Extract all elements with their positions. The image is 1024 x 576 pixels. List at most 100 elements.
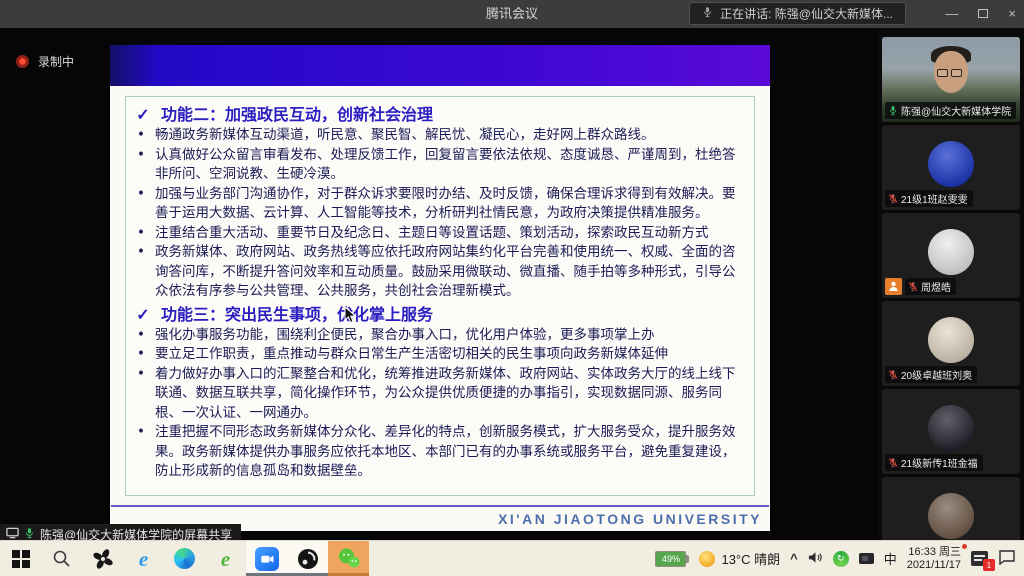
mic-muted-icon (888, 457, 898, 468)
participant-name: 21级1班赵雯雯 (901, 191, 968, 206)
window-titlebar: 腾讯会议 正在讲话: 陈强@仙交大新媒体... — × (0, 0, 1024, 28)
mic-muted-icon (888, 369, 898, 380)
record-dot-icon (16, 55, 29, 68)
notification-badge: 1 (983, 559, 995, 571)
participant-avatar (928, 141, 974, 187)
participant-tile[interactable]: 陈强@仙交大新媒体学院 (882, 37, 1020, 122)
wechat-icon (337, 547, 361, 571)
mic-muted-icon (908, 281, 918, 292)
battery-tip (686, 555, 689, 563)
security-tray-icon[interactable]: ↻ (833, 551, 849, 567)
bullet-text: 强化办事服务功能，围绕利企便民，聚合办事入口，优化用户体验，更多事项掌上办 (155, 326, 744, 346)
weather-widget[interactable]: 13°C 晴朗 (699, 549, 780, 568)
bullet-text: 认真做好公众留言审看发布、处理反馈工作，回复留言要依法依规、态度诚恳、严谨周到，… (155, 146, 744, 185)
recording-indicator: 录制中 (16, 53, 74, 70)
bullet-text: 注重把握不同形态政务新媒体分众化、差异化的特点，创新服务模式，扩大服务受众，提升… (155, 423, 744, 482)
internet-explorer-icon: e (139, 548, 148, 570)
speaking-indicator: 正在讲话: 陈强@仙交大新媒体... (689, 2, 906, 25)
participant-tile[interactable]: 20级卓越班刘奥 (882, 301, 1020, 386)
input-method-indicator[interactable]: 中 (884, 549, 897, 568)
bullet-icon: • (134, 326, 146, 346)
notification-tray-icon[interactable]: 1 (971, 551, 988, 566)
restore-button[interactable] (978, 0, 988, 28)
slide-section: ✓ 功能三：突出民生事项，优化掌上服务 • 强化办事服务功能，围绕利企便民，聚合办… (134, 303, 744, 482)
bullet-icon: • (134, 243, 146, 302)
recording-label: 录制中 (38, 53, 74, 70)
hand-raised-badge (885, 278, 902, 295)
bullet-icon: • (134, 126, 146, 146)
participant-name: 21级新传1班金福 (901, 455, 978, 470)
participants-sidebar: 陈强@仙交大新媒体学院 21级1班赵雯雯 (878, 28, 1024, 540)
participant-name-label: 20级卓越班刘奥 (885, 366, 977, 383)
bullet-item: •加强与业务部门沟通协作，对于群众诉求要限时办结、及时反馈，确保合理诉求得到有效… (134, 185, 744, 224)
bullet-item: •着力做好办事入口的汇聚整合和优化，统筹推进政务新媒体、政府网站、实体政务大厅的… (134, 365, 744, 424)
bullet-item: •认真做好公众留言审看发布、处理反馈工作，回复留言要依法依规、态度诚恳、严谨周到… (134, 146, 744, 185)
bullet-icon: • (134, 345, 146, 365)
tencent-meeting-window: 腾讯会议 正在讲话: 陈强@仙交大新媒体... — × 录制中 (0, 0, 1024, 576)
windows-logo-icon (12, 550, 30, 568)
bullet-icon: • (134, 423, 146, 482)
slide-section-heading: ✓ 功能三：突出民生事项，优化掌上服务 (134, 303, 744, 326)
obs-icon (297, 548, 319, 570)
taskbar-search-button[interactable] (41, 541, 82, 576)
bullet-icon: • (134, 224, 146, 244)
battery-percent: 49% (662, 554, 680, 564)
taskbar-app-pinwheel-player[interactable] (82, 541, 123, 576)
bullet-list: • 强化办事服务功能，围绕利企便民，聚合办事入口，优化用户体验，更多事项掌上办 • 要… (134, 326, 744, 482)
presentation-slide: ✓ 功能二：加强政民互动，创新社会治理 •畅通政务新媒体互动渠道，听民意、聚民智… (110, 45, 770, 531)
taskbar-app-internet-explorer[interactable]: e (123, 541, 164, 576)
screen-share-stage: 录制中 ✓ 功能二：加强政民互动，创新社会治理 •畅通政务新媒体互动渠道，听民意… (0, 28, 878, 540)
mouse-cursor (344, 306, 357, 329)
slide-section-heading: ✓ 功能二：加强政民互动，创新社会治理 (134, 103, 744, 126)
restore-icon (978, 9, 988, 18)
bullet-text: 着力做好办事入口的汇聚整合和优化，统筹推进政务新媒体、政府网站、实体政务大厅的线… (155, 365, 744, 424)
participant-tile[interactable]: 21级1班赵雯雯 (882, 125, 1020, 210)
bullet-item: • 注重结合重大活动、重要节日及纪念日、主题日等设置话题、策划活动，探索政民互动新… (134, 224, 744, 244)
taskbar-app-wechat[interactable] (328, 541, 369, 576)
bullet-text: 注重结合重大活动、重要节日及纪念日、主题日等设置话题、策划活动，探索政民互动新方… (155, 224, 744, 244)
taskbar-app-tencent-meeting[interactable] (246, 541, 287, 576)
bullet-item: • 强化办事服务功能，围绕利企便民，聚合办事入口，优化用户体验，更多事项掌上办 (134, 326, 744, 346)
clock-time: 16:33 周三 (907, 546, 961, 559)
battery-indicator[interactable]: 49% (655, 551, 689, 567)
glasses (937, 69, 962, 77)
green-browser-icon: e (221, 548, 230, 570)
slide-section-heading-text: 功能三：突出民生事项，优化掌上服务 (161, 303, 433, 326)
volume-icon[interactable] (808, 551, 823, 567)
slide-header-band (110, 45, 770, 86)
edge-icon (174, 548, 195, 569)
bullet-text: 要立足工作职责，重点推动与群众日常生产生活密切相关的民生事项向政务新媒体延伸 (155, 345, 744, 365)
start-button[interactable] (0, 541, 41, 576)
participant-tile[interactable]: 周煜皓 (882, 213, 1020, 298)
clock-alert-dot (962, 544, 967, 549)
sun-icon (699, 551, 715, 567)
slide-body: ✓ 功能二：加强政民互动，创新社会治理 •畅通政务新媒体互动渠道，听民意、聚民智… (110, 86, 770, 531)
mic-icon (702, 6, 713, 21)
speaking-indicator-text: 正在讲话: 陈强@仙交大新媒体... (720, 5, 893, 22)
participant-name-label: 陈强@仙交大新媒体学院 (885, 102, 1016, 119)
participant-tile[interactable]: 21级新传1班金福 (882, 389, 1020, 474)
taskbar-clock[interactable]: 16:33 周三 2021/11/17 (907, 546, 961, 572)
participant-tile[interactable]: 周雪琴白小琴王颢顿 (882, 477, 1020, 540)
participant-name-label: 21级1班赵雯雯 (885, 190, 973, 207)
weather-text: 13°C 晴朗 (721, 549, 780, 568)
participant-name: 20级卓越班刘奥 (901, 367, 972, 382)
tray-app-icon[interactable] (859, 553, 874, 564)
taskbar-app-edge[interactable] (164, 541, 205, 576)
participant-name: 周煜皓 (921, 279, 951, 294)
slide-section-heading-text: 功能二：加强政民互动，创新社会治理 (161, 103, 433, 126)
bullet-item: • 要立足工作职责，重点推动与群众日常生产生活密切相关的民生事项向政务新媒体延伸 (134, 345, 744, 365)
clock-date: 2021/11/17 (907, 559, 961, 572)
system-tray: 49% 13°C 晴朗 ^ ↻ 中 16:33 周三 2021/11/17 1 (655, 541, 1024, 576)
taskbar-app-obs-studio[interactable] (287, 541, 328, 576)
minimize-button[interactable]: — (945, 0, 958, 28)
bullet-item: •政务新媒体、政府网站、政务热线等应依托政府网站集约化平台完善和使用统一、权威、… (134, 243, 744, 302)
participant-avatar (928, 317, 974, 363)
tray-expand-chevron[interactable]: ^ (790, 551, 798, 566)
action-center-icon[interactable] (998, 549, 1016, 568)
taskbar-app-green-browser[interactable]: e (205, 541, 246, 576)
bullet-icon: • (134, 365, 146, 424)
close-button[interactable]: × (1008, 0, 1016, 28)
slide-section: ✓ 功能二：加强政民互动，创新社会治理 •畅通政务新媒体互动渠道，听民意、聚民智… (134, 103, 744, 302)
participant-name: 陈强@仙交大新媒体学院 (901, 103, 1011, 118)
